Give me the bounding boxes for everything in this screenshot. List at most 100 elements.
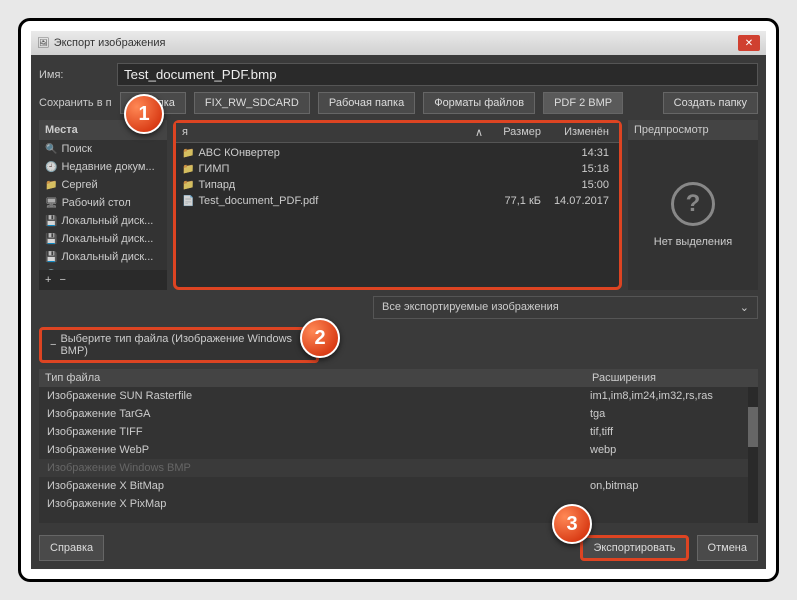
place-item[interactable]: 💾 Локальный диск... xyxy=(39,230,167,248)
annotation-marker-3: 3 xyxy=(552,504,592,544)
file-size xyxy=(483,163,541,175)
remove-place-button[interactable]: − xyxy=(59,274,65,286)
create-folder-button[interactable]: Создать папку xyxy=(663,92,758,114)
file-name: ABC КОнвертер xyxy=(198,147,279,159)
file-size xyxy=(483,147,541,159)
place-label: Недавние докум... xyxy=(61,161,154,173)
place-item[interactable]: 📁 Сергей xyxy=(39,176,167,194)
file-name: Test_document_PDF.pdf xyxy=(198,195,318,207)
annotation-marker-2: 2 xyxy=(300,318,340,358)
place-icon: 💾 xyxy=(45,252,57,263)
place-item[interactable]: 💾 Локальный диск... xyxy=(39,248,167,266)
column-modified[interactable]: Изменён xyxy=(541,126,613,139)
file-browser: я ∧ Размер Изменён 📁 ABC КОнвертер 14:31 📁 Г… xyxy=(173,120,622,290)
path-segment[interactable]: Рабочая папка xyxy=(318,92,415,114)
place-item[interactable]: 🕘 Недавние докум... xyxy=(39,158,167,176)
file-row[interactable]: 📁 ABC КОнвертер 14:31 xyxy=(176,145,619,161)
app-icon: 🖼 xyxy=(37,38,50,49)
file-size xyxy=(483,179,541,191)
path-segment-current[interactable]: PDF 2 BMP xyxy=(543,92,623,114)
file-icon: 📁 xyxy=(182,164,194,175)
place-icon: 🔍 xyxy=(45,144,57,155)
type-name: Изображение TIFF xyxy=(47,426,590,438)
type-name: Изображение X PixMap xyxy=(47,498,590,510)
scrollbar[interactable] xyxy=(748,387,758,523)
type-ext: tga xyxy=(590,408,750,420)
place-icon: 📁 xyxy=(45,180,57,191)
file-modified: 14.07.2017 xyxy=(541,195,613,207)
type-name: Изображение X BitMap xyxy=(47,480,590,492)
file-modified: 14:31 xyxy=(541,147,613,159)
type-name: Изображение TarGA xyxy=(47,408,590,420)
close-button[interactable]: ✕ xyxy=(738,35,760,51)
file-modified: 15:18 xyxy=(541,163,613,175)
filetype-row[interactable]: Изображение TIFFtif,tiff xyxy=(39,423,758,441)
collapse-icon: − xyxy=(50,339,56,351)
path-segment[interactable]: FIX_RW_SDCARD xyxy=(194,92,310,114)
place-icon: 💿 xyxy=(45,270,57,271)
type-column-ext[interactable]: Расширения xyxy=(592,372,752,384)
type-name: Изображение SUN Rasterfile xyxy=(47,390,590,402)
filetype-table: Тип файла Расширения Изображение SUN Ras… xyxy=(39,369,758,523)
file-size: 77,1 кБ xyxy=(483,195,541,207)
place-icon: 💾 xyxy=(45,216,57,227)
places-panel: Места 🔍Поиск🕘Недавние докум...📁Сергей🖥Ра… xyxy=(39,120,167,290)
filetype-row[interactable]: Изображение WebPwebp xyxy=(39,441,758,459)
place-label: Поиск xyxy=(61,143,91,155)
type-column-name[interactable]: Тип файла xyxy=(45,372,592,384)
type-ext: tif,tiff xyxy=(590,426,750,438)
file-icon: 📁 xyxy=(182,180,194,191)
filetype-row[interactable]: Изображение TarGAtga xyxy=(39,405,758,423)
place-icon: 🖥 xyxy=(45,198,58,209)
annotation-marker-1: 1 xyxy=(124,94,164,134)
file-name: Типард xyxy=(198,179,235,191)
type-ext: im1,im8,im24,im32,rs,ras xyxy=(590,390,750,402)
window-title: Экспорт изображения xyxy=(54,37,166,49)
file-row[interactable]: 📁 ГИМП 15:18 xyxy=(176,161,619,177)
column-size[interactable]: Размер xyxy=(483,126,541,139)
type-name: Изображение WebP xyxy=(47,444,590,456)
filetype-row[interactable]: Изображение Windows BMP xyxy=(39,459,758,477)
filetype-row[interactable]: Изображение SUN Rasterfileim1,im8,im24,i… xyxy=(39,387,758,405)
type-ext xyxy=(590,462,750,474)
place-icon: 🕘 xyxy=(45,162,57,173)
place-item[interactable]: 🔍 Поиск xyxy=(39,140,167,158)
filetype-expander[interactable]: − Выберите тип файла (Изображение Window… xyxy=(39,327,319,363)
place-item[interactable]: 💾 Локальный диск... xyxy=(39,212,167,230)
export-filter-dropdown[interactable]: Все экспортируемые изображения ⌄ xyxy=(373,296,758,319)
place-label: Локальный диск... xyxy=(61,215,153,227)
preview-header: Предпросмотр xyxy=(628,120,758,140)
preview-empty-text: Нет выделения xyxy=(654,236,732,248)
place-label: Локальный диск... xyxy=(61,233,153,245)
export-button[interactable]: Экспортировать xyxy=(580,535,688,561)
name-label: Имя: xyxy=(39,69,109,81)
file-icon: 📄 xyxy=(182,196,194,207)
filetype-row[interactable]: Изображение X BitMapon,bitmap xyxy=(39,477,758,495)
type-ext: webp xyxy=(590,444,750,456)
place-icon: 💾 xyxy=(45,234,57,245)
type-name: Изображение Windows BMP xyxy=(47,462,590,474)
place-label: Рабочий стол xyxy=(62,197,131,209)
place-item[interactable]: 🖥 Рабочий стол xyxy=(39,194,167,212)
titlebar: 🖼 Экспорт изображения ✕ xyxy=(31,31,766,55)
file-icon: 📁 xyxy=(182,148,194,159)
place-label: Локальный диск... xyxy=(61,251,153,263)
type-ext: on,bitmap xyxy=(590,480,750,492)
chevron-down-icon: ⌄ xyxy=(740,301,749,314)
file-modified: 15:00 xyxy=(541,179,613,191)
preview-panel: Предпросмотр ? Нет выделения xyxy=(628,120,758,290)
place-label: Сергей xyxy=(61,179,97,191)
file-name: ГИМП xyxy=(198,163,229,175)
question-icon: ? xyxy=(671,182,715,226)
add-place-button[interactable]: + xyxy=(45,274,51,286)
column-name[interactable]: я ∧ xyxy=(182,126,483,139)
file-row[interactable]: 📄 Test_document_PDF.pdf 77,1 кБ14.07.2017 xyxy=(176,193,619,209)
path-segment[interactable]: Форматы файлов xyxy=(423,92,535,114)
cancel-button[interactable]: Отмена xyxy=(697,535,758,561)
filetype-row[interactable]: Изображение X PixMap xyxy=(39,495,758,513)
help-button[interactable]: Справка xyxy=(39,535,104,561)
scroll-thumb[interactable] xyxy=(748,407,758,447)
filename-input[interactable] xyxy=(117,63,758,86)
file-row[interactable]: 📁 Типард 15:00 xyxy=(176,177,619,193)
save-in-label: Сохранить в п xyxy=(39,97,112,109)
